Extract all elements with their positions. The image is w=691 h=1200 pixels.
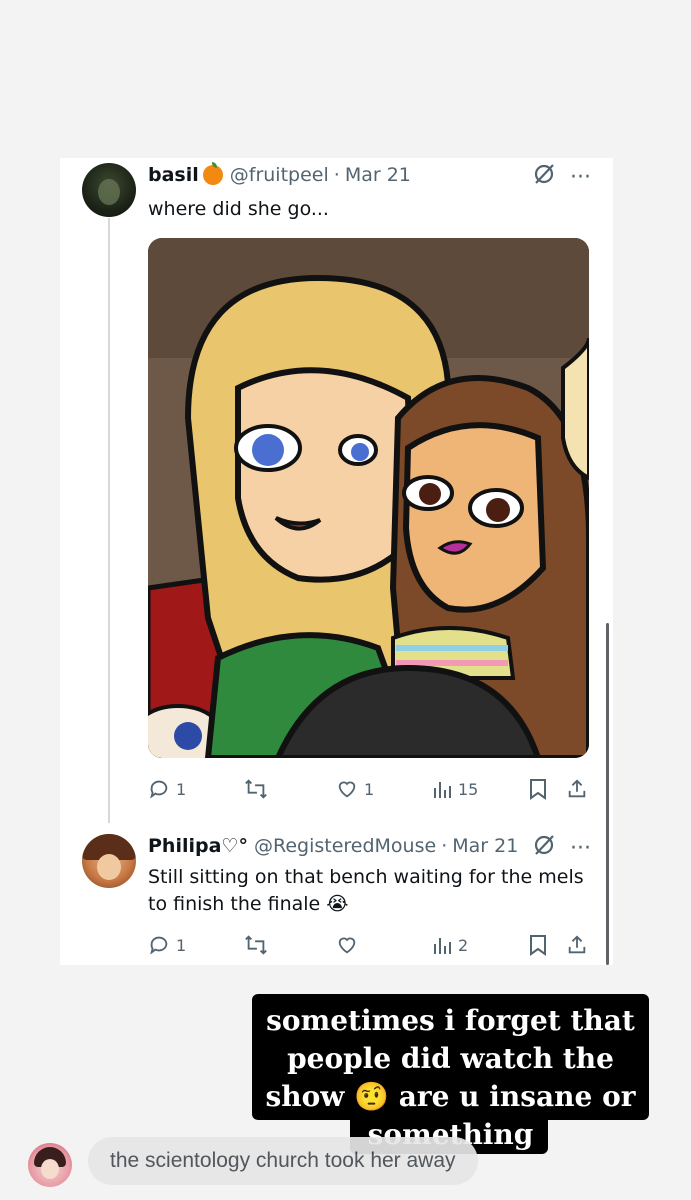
heart-icon bbox=[338, 781, 356, 798]
view-count: 15 bbox=[458, 779, 479, 799]
reply-count: 1 bbox=[176, 935, 187, 955]
tweet-image[interactable] bbox=[148, 238, 589, 758]
like-action[interactable]: 1 bbox=[336, 778, 374, 800]
tweet-header: basil @fruitpeel · Mar 21 bbox=[148, 162, 411, 186]
tweet-text: Still sitting on that bench waiting for … bbox=[148, 866, 584, 915]
avatar-basil[interactable] bbox=[82, 163, 136, 217]
reply-icon bbox=[150, 936, 168, 955]
orange-emoji-icon bbox=[202, 162, 223, 185]
bookmark-icon bbox=[530, 935, 546, 956]
author-handle[interactable]: @RegisteredMouse bbox=[254, 835, 436, 857]
reply-icon bbox=[150, 780, 168, 799]
caption-text: sometimes i forget that people did watch… bbox=[252, 1002, 649, 1154]
more-options-icon[interactable]: ··· bbox=[570, 165, 591, 190]
view-count: 2 bbox=[458, 935, 469, 955]
bookmark-icon bbox=[530, 779, 546, 800]
share-action[interactable] bbox=[566, 778, 588, 800]
scrollbar-thumb[interactable] bbox=[606, 623, 609, 965]
views-action[interactable]: 2 bbox=[432, 934, 468, 956]
bookmark-action[interactable] bbox=[528, 778, 548, 800]
screenshot-card: basil @fruitpeel · Mar 21 ··· where did … bbox=[60, 158, 613, 965]
caption-line: show 🤨 are u insane or bbox=[265, 1080, 636, 1113]
reply-action[interactable]: 1 bbox=[148, 778, 186, 800]
heart-icon bbox=[338, 937, 356, 954]
tweet-actions: 1 1 15 bbox=[148, 778, 588, 804]
tweet-actions: 1 2 bbox=[148, 934, 588, 960]
repost-action[interactable] bbox=[244, 934, 274, 956]
tweet-date[interactable]: Mar 21 bbox=[452, 835, 518, 857]
reply-action[interactable]: 1 bbox=[148, 934, 186, 956]
share-action[interactable] bbox=[566, 934, 588, 956]
tweet-menu: ··· bbox=[532, 162, 591, 192]
tweet-date[interactable]: Mar 21 bbox=[345, 164, 411, 186]
avatar-philipa[interactable] bbox=[82, 834, 136, 888]
grok-icon[interactable] bbox=[532, 162, 556, 192]
tweet-menu: ··· bbox=[532, 833, 591, 863]
author-handle[interactable]: @fruitpeel bbox=[230, 164, 329, 186]
share-icon bbox=[568, 935, 586, 954]
repost-icon bbox=[245, 935, 267, 955]
author-name[interactable]: basil bbox=[148, 164, 199, 186]
repost-action[interactable] bbox=[244, 778, 274, 800]
caption-line: sometimes i forget that bbox=[266, 1004, 635, 1037]
thread-line bbox=[108, 218, 110, 823]
separator: · bbox=[441, 835, 448, 857]
cartoon-illustration bbox=[148, 238, 589, 758]
author-name-suffix: ♡° bbox=[221, 835, 248, 857]
more-options-icon[interactable]: ··· bbox=[570, 836, 591, 861]
viewer-avatar[interactable] bbox=[28, 1143, 72, 1187]
story-caption: sometimes i forget that people did watch… bbox=[252, 994, 649, 1154]
repost-icon bbox=[245, 779, 267, 799]
like-action[interactable] bbox=[336, 934, 364, 956]
reply-bubble[interactable]: the scientology church took her away bbox=[88, 1137, 478, 1185]
views-icon bbox=[434, 782, 451, 798]
grok-icon[interactable] bbox=[532, 833, 556, 863]
tweet-text: where did she go... bbox=[148, 198, 329, 220]
views-action[interactable]: 15 bbox=[432, 778, 478, 800]
share-icon bbox=[568, 779, 586, 798]
separator: · bbox=[333, 164, 340, 186]
author-name[interactable]: Philipa bbox=[148, 835, 221, 857]
like-count: 1 bbox=[364, 779, 375, 799]
bookmark-action[interactable] bbox=[528, 934, 548, 956]
caption-line: people did watch the bbox=[287, 1042, 614, 1075]
views-icon bbox=[434, 938, 451, 954]
reply-count: 1 bbox=[176, 779, 187, 799]
tweet-header: Philipa ♡° @RegisteredMouse · Mar 21 bbox=[148, 835, 518, 857]
